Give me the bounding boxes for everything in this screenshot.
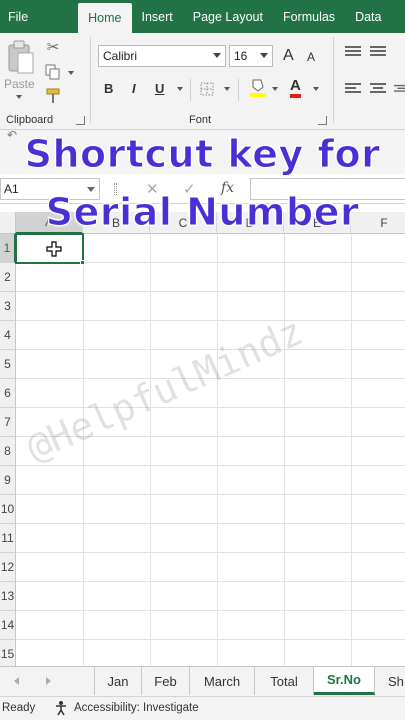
- paste-label[interactable]: Paste: [4, 77, 35, 91]
- chevron-down-icon: [260, 53, 268, 58]
- align-left-icon[interactable]: [345, 82, 361, 96]
- fill-color-dropdown-arrow[interactable]: [272, 87, 278, 91]
- font-group-label: Font: [189, 114, 212, 126]
- tab-home[interactable]: Home: [78, 3, 132, 33]
- font-size-select[interactable]: 16: [229, 45, 273, 67]
- borders-icon[interactable]: [199, 81, 215, 97]
- borders-dropdown-arrow[interactable]: [224, 87, 230, 91]
- row-header[interactable]: 14: [0, 611, 16, 640]
- row-header[interactable]: 15: [0, 640, 16, 666]
- decrease-font-size-button[interactable]: A: [307, 50, 315, 64]
- sheet-tab-march[interactable]: March: [190, 667, 255, 695]
- status-ready: Ready: [2, 702, 36, 714]
- gridline: [16, 291, 405, 292]
- cut-icon[interactable]: ✂: [44, 38, 62, 56]
- ribbon-home: Paste ✂ Clipboard Calibri 16 A A B I U A…: [0, 33, 405, 130]
- gridline: [16, 610, 405, 611]
- row-header[interactable]: 4: [0, 321, 16, 350]
- gridline: [16, 494, 405, 495]
- sheet-tab-sh[interactable]: Sh: [375, 667, 405, 695]
- row-header[interactable]: 7: [0, 408, 16, 437]
- font-name-value: Calibri: [103, 49, 138, 63]
- gridline: [16, 320, 405, 321]
- tab-formulas[interactable]: Formulas: [273, 0, 345, 33]
- row-header[interactable]: 9: [0, 466, 16, 495]
- sheet-tab-jan[interactable]: Jan: [95, 667, 142, 695]
- paste-dropdown-arrow[interactable]: [16, 95, 22, 99]
- underline-button[interactable]: U: [155, 81, 164, 96]
- gridline: [16, 523, 405, 524]
- row-header[interactable]: 11: [0, 524, 16, 553]
- sheet-tab-total[interactable]: Total: [255, 667, 314, 695]
- gridline: [16, 581, 405, 582]
- row-header[interactable]: 10: [0, 495, 16, 524]
- ribbon-separator: [90, 37, 91, 123]
- font-dialog-launcher[interactable]: [318, 116, 327, 125]
- overlay-title-line1: Shortcut key for: [24, 132, 381, 177]
- ribbon-separator: [190, 79, 191, 101]
- gridline: [351, 234, 352, 666]
- row-header[interactable]: 5: [0, 350, 16, 379]
- font-name-select[interactable]: Calibri: [98, 45, 226, 67]
- cell-cursor-icon: [45, 240, 63, 258]
- gridline: [16, 465, 405, 466]
- underline-dropdown-arrow[interactable]: [177, 87, 183, 91]
- font-size-value: 16: [234, 49, 248, 63]
- tab-insert[interactable]: Insert: [132, 0, 183, 33]
- format-painter-icon[interactable]: [44, 87, 62, 105]
- sheet-tab-sr-no[interactable]: Sr.No: [314, 667, 375, 695]
- ribbon-tab-bar: File Home Insert Page Layout Formulas Da…: [0, 0, 405, 33]
- row-header[interactable]: 1: [0, 234, 16, 263]
- status-accessibility[interactable]: Accessibility: Investigate: [74, 702, 199, 714]
- align-center-icon[interactable]: [370, 82, 386, 96]
- align-right-icon[interactable]: [394, 82, 405, 96]
- sheet-tab-bar: Jan Feb March Total Sr.No Sh: [0, 666, 405, 696]
- align-top-icon[interactable]: [345, 45, 361, 59]
- clipboard-dialog-launcher[interactable]: [76, 116, 85, 125]
- clipboard-group-label: Clipboard: [6, 114, 54, 126]
- copy-icon[interactable]: [44, 63, 62, 81]
- ribbon-separator: [333, 37, 334, 123]
- gridline: [16, 552, 405, 553]
- bold-button[interactable]: B: [104, 81, 113, 96]
- copy-dropdown-arrow[interactable]: [68, 71, 74, 75]
- tab-file[interactable]: File: [0, 0, 38, 33]
- accessibility-icon[interactable]: [54, 700, 70, 716]
- row-header[interactable]: 13: [0, 582, 16, 611]
- fill-handle[interactable]: [80, 260, 85, 265]
- row-header[interactable]: 2: [0, 263, 16, 292]
- overlay-title-line2: Serial Number: [45, 190, 360, 235]
- font-color-dropdown-arrow[interactable]: [313, 87, 319, 91]
- fill-color-icon[interactable]: [249, 77, 267, 99]
- status-bar: Ready Accessibility: Investigate: [0, 696, 405, 720]
- gridline: [217, 234, 218, 666]
- chevron-down-icon: [213, 53, 221, 58]
- align-middle-icon[interactable]: [370, 45, 386, 59]
- next-sheet-icon[interactable]: [46, 677, 51, 685]
- row-header[interactable]: 3: [0, 292, 16, 321]
- row-header[interactable]: 6: [0, 379, 16, 408]
- tab-data[interactable]: Data: [345, 0, 391, 33]
- gridline: [150, 234, 151, 666]
- sheet-tab-feb[interactable]: Feb: [142, 667, 190, 695]
- tab-page-layout[interactable]: Page Layout: [183, 0, 273, 33]
- font-color-button[interactable]: A: [290, 77, 301, 98]
- paste-icon[interactable]: [6, 39, 36, 77]
- gridline: [284, 234, 285, 666]
- ribbon-separator: [238, 79, 239, 101]
- gridline: [16, 639, 405, 640]
- row-header[interactable]: 8: [0, 437, 16, 466]
- increase-font-size-button[interactable]: A: [283, 47, 294, 65]
- previous-sheet-icon[interactable]: [14, 677, 19, 685]
- italic-button[interactable]: I: [132, 81, 136, 96]
- row-header[interactable]: 12: [0, 553, 16, 582]
